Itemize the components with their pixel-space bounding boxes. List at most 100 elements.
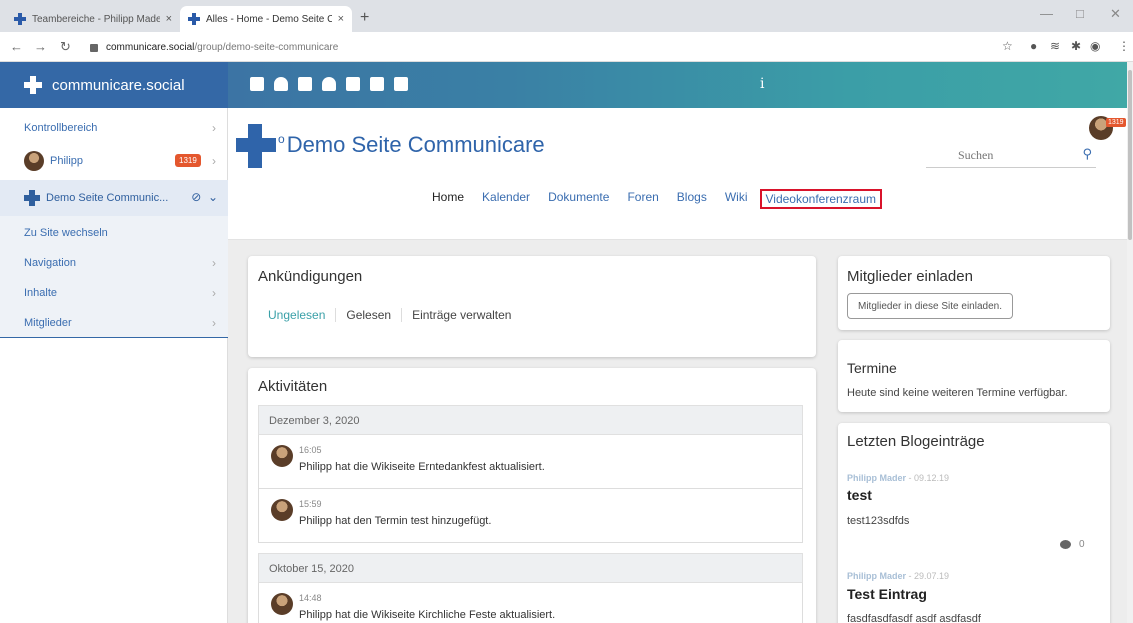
tab-title: Alles - Home - Demo Seite Comm	[206, 13, 332, 25]
settings-chevron-icon[interactable]: ⊘ ⌄	[191, 190, 218, 204]
close-icon[interactable]: ×	[338, 13, 344, 25]
sidebar-item-label: Zu Site wechseln	[24, 227, 108, 239]
url-field[interactable]: communicare.social/group/demo-seite-comm…	[90, 38, 970, 56]
extension-icon[interactable]: ≋	[1050, 39, 1060, 53]
sidebar-item-mitglieder[interactable]: Mitglieder ›	[0, 308, 228, 338]
browser-tab-2[interactable]: Alles - Home - Demo Seite Comm ×	[180, 6, 352, 32]
site-cross-icon	[24, 190, 40, 206]
events-card: Termine Heute sind keine weiteren Termin…	[838, 340, 1110, 412]
nav-dokumente[interactable]: Dokumente	[548, 189, 609, 209]
profile-icon[interactable]: ◉	[1090, 39, 1100, 53]
puzzle-icon[interactable]: ✱	[1071, 39, 1081, 53]
new-tab-button[interactable]: +	[360, 9, 369, 27]
invite-card: Mitglieder einladen Mitglieder in diese …	[838, 256, 1110, 330]
search-icon[interactable]: ⚲	[1082, 146, 1092, 162]
nav-wiki[interactable]: Wiki	[725, 189, 748, 209]
site-logo-icon	[236, 124, 276, 168]
sidebar-item-inhalte[interactable]: Inhalte ›	[0, 278, 228, 308]
sidebar-item-label: Inhalte	[24, 287, 58, 299]
notification-badge: 1319	[1106, 118, 1126, 127]
blog-title[interactable]: test	[847, 487, 872, 503]
blog-author[interactable]: Philipp Mader	[847, 571, 906, 581]
user-icon[interactable]	[274, 77, 288, 91]
minimize-icon[interactable]: —	[1040, 6, 1053, 21]
blog-meta: Philipp Mader - 29.07.19	[847, 571, 949, 581]
panel-icon[interactable]	[250, 77, 264, 91]
star-icon[interactable]: ☆	[1002, 39, 1013, 53]
back-icon[interactable]: ←	[10, 39, 23, 54]
events-empty-text: Heute sind keine weiteren Termine verfüg…	[847, 387, 1068, 399]
nav-kalender[interactable]: Kalender	[482, 189, 530, 209]
activity-item[interactable]: 16:05 Philipp hat die Wikiseite Erntedan…	[258, 435, 803, 489]
activity-item[interactable]: 14:48 Philipp hat die Wikiseite Kirchlic…	[258, 583, 803, 623]
info-icon[interactable]: i	[760, 76, 764, 92]
logo-cross-icon	[24, 76, 42, 94]
url-path: /group/demo-seite-communicare	[194, 41, 339, 53]
search-doc-icon[interactable]	[394, 77, 408, 91]
chevron-right-icon: ›	[212, 154, 216, 168]
maximize-icon[interactable]: □	[1076, 6, 1084, 21]
sidebar-item-user[interactable]: Philipp 1319 ›	[0, 146, 228, 176]
sidebar: Kontrollbereich › Philipp 1319 › Demo Se…	[0, 108, 228, 623]
nav-blogs[interactable]: Blogs	[677, 189, 707, 209]
window-close-icon[interactable]: ✕	[1110, 6, 1121, 22]
comment-count[interactable]: 0	[1060, 539, 1085, 550]
activity-text: Philipp hat die Wikiseite Erntedankfest …	[299, 461, 545, 473]
close-icon[interactable]: ×	[166, 13, 172, 25]
brand[interactable]: communicare.social	[0, 62, 228, 108]
sidebar-item-label: Kontrollbereich	[24, 122, 98, 134]
activities-card: Aktivitäten Dezember 3, 2020 16:05 Phili…	[248, 368, 816, 623]
activity-time: 16:05	[299, 445, 322, 455]
notification-badge: 1319	[175, 154, 201, 167]
blog-date: - 29.07.19	[906, 571, 950, 581]
site-submenu: Zu Site wechseln Navigation › Inhalte › …	[0, 216, 228, 338]
card-title: Mitglieder einladen	[847, 268, 973, 285]
blogs-card: Letzten Blogeinträge Philipp Mader - 09.…	[838, 423, 1110, 623]
sidebar-item-label: Mitglieder	[24, 317, 72, 329]
avatar	[271, 593, 293, 615]
lock-icon	[90, 44, 98, 52]
sidebar-item-label: Navigation	[24, 257, 76, 269]
nav-foren[interactable]: Foren	[627, 189, 658, 209]
site-header: oDemo Seite Communicare ⚲ 1319 Home Kale…	[228, 108, 1127, 240]
menu-icon[interactable]: ⋮	[1118, 39, 1130, 53]
mail-icon[interactable]	[346, 77, 360, 91]
favicon-cross-icon	[14, 13, 26, 25]
tab-gelesen[interactable]: Gelesen	[335, 308, 401, 322]
search-input[interactable]	[958, 142, 1088, 163]
sidebar-item-switch-site[interactable]: Zu Site wechseln	[0, 218, 228, 248]
site-navigation: Home Kalender Dokumente Foren Blogs Wiki…	[432, 189, 900, 209]
invite-members-button[interactable]: Mitglieder in diese Site einladen.	[847, 293, 1013, 319]
tab-ungelesen[interactable]: Ungelesen	[268, 308, 335, 322]
toolbar-icons	[250, 77, 408, 91]
sidebar-item-label: Philipp	[50, 155, 84, 167]
app-header: communicare.social i	[0, 62, 1133, 108]
blog-date: - 09.12.19	[906, 473, 950, 483]
reload-icon[interactable]: ↻	[60, 39, 71, 55]
activity-item[interactable]: 15:59 Philipp hat den Termin test hinzug…	[258, 489, 803, 543]
chevron-right-icon: ›	[212, 316, 216, 330]
sidebar-item-navigation[interactable]: Navigation ›	[0, 248, 228, 278]
blog-meta: Philipp Mader - 09.12.19	[847, 473, 949, 483]
nav-videokonferenzraum[interactable]: Videokonferenzraum	[759, 189, 883, 209]
browser-tab-1[interactable]: Teambereiche - Philipp Mader - c ×	[6, 6, 180, 32]
nav-home[interactable]: Home	[432, 189, 464, 209]
tab-eintraege-verwalten[interactable]: Einträge verwalten	[401, 308, 521, 322]
forward-icon[interactable]: →	[34, 39, 47, 54]
extension-icon[interactable]: ●	[1030, 39, 1037, 53]
brand-name: communicare.social	[52, 76, 185, 94]
blog-title[interactable]: Test Eintrag	[847, 586, 927, 602]
group-icon[interactable]	[322, 77, 336, 91]
calendar-icon[interactable]	[370, 77, 384, 91]
chevron-right-icon: ›	[212, 256, 216, 270]
avatar	[271, 445, 293, 467]
scrollbar-thumb[interactable]	[1128, 70, 1132, 240]
blog-author[interactable]: Philipp Mader	[847, 473, 906, 483]
announcement-tabs: Ungelesen Gelesen Einträge verwalten	[268, 308, 521, 322]
sidebar-item-kontrollbereich[interactable]: Kontrollbereich ›	[0, 113, 228, 143]
tab-title: Teambereiche - Philipp Mader - c	[32, 13, 160, 25]
sidebar-item-site[interactable]: Demo Seite Communic... ⊘ ⌄	[0, 180, 228, 216]
document-icon[interactable]	[298, 77, 312, 91]
card-title: Letzten Blogeinträge	[847, 433, 985, 450]
activity-text: Philipp hat die Wikiseite Kirchliche Fes…	[299, 609, 556, 621]
